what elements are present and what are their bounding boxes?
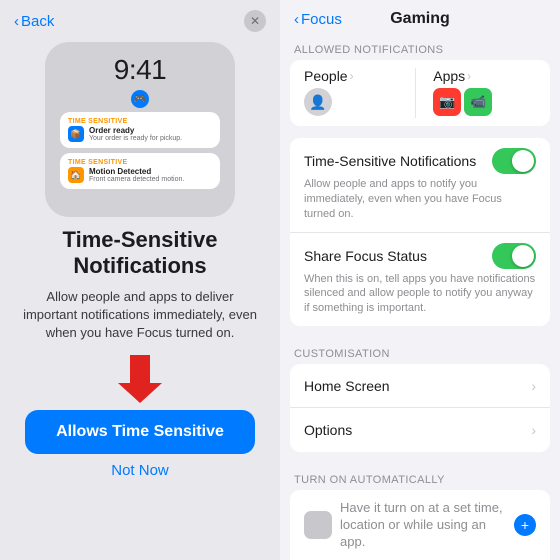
- time-sensitive-toggle[interactable]: [492, 148, 536, 174]
- share-focus-desc: When this is on, tell apps you have noti…: [304, 272, 536, 317]
- allow-time-sensitive-button[interactable]: Allows Time Sensitive: [25, 410, 255, 454]
- auto-desc: Have it turn on at a set time, location …: [340, 500, 506, 551]
- phone-time: 9:41: [114, 54, 167, 86]
- apps-label: Apps: [433, 68, 465, 84]
- notification-card-1: TIME SENSITIVE 📦 Order ready Your order …: [60, 112, 220, 148]
- left-heading: Time-Sensitive Notifications: [0, 227, 280, 280]
- customisation-group: Home Screen › Options ›: [290, 364, 550, 452]
- time-sensitive-desc: Allow people and apps to notify you imme…: [304, 177, 536, 222]
- apps-item[interactable]: Apps › 📷 📹: [423, 68, 536, 118]
- not-now-button[interactable]: Not Now: [111, 462, 169, 479]
- allowed-notifications-label: ALLOWED NOTIFICATIONS: [280, 34, 560, 60]
- vertical-divider: [415, 68, 416, 118]
- notif-label-1: TIME SENSITIVE: [68, 118, 212, 125]
- people-apps-group: People › 👤 Apps › 📷 📹: [290, 60, 550, 126]
- home-screen-chevron: ›: [531, 378, 536, 394]
- time-sensitive-row: Time-Sensitive Notifications Allow peopl…: [290, 138, 550, 233]
- app-icon-2: 📹: [464, 88, 492, 116]
- apps-chevron: ›: [467, 69, 471, 83]
- auto-row[interactable]: Have it turn on at a set time, location …: [290, 490, 550, 560]
- toggle-knob-2: [512, 245, 534, 267]
- notif-title-2: Motion Detected: [89, 167, 212, 176]
- left-panel: ‹ Back ✕ 9:41 🎮 TIME SENSITIVE 📦 Order r…: [0, 0, 280, 560]
- auto-add-button[interactable]: +: [514, 514, 536, 536]
- people-item[interactable]: People › 👤: [304, 68, 407, 118]
- left-top-bar: ‹ Back ✕: [0, 0, 280, 38]
- notif-sub-1: Your order is ready for pickup.: [89, 135, 212, 142]
- right-content: ALLOWED NOTIFICATIONS People › 👤 Apps: [280, 34, 560, 560]
- right-back-chevron: ‹: [294, 11, 299, 28]
- notif-app-icon-1: 📦: [68, 126, 84, 142]
- notif-app-icon-2: 🏠: [68, 167, 84, 183]
- right-back-label: Focus: [301, 11, 342, 28]
- options-label: Options: [304, 422, 531, 438]
- arrow-container: [0, 354, 280, 404]
- left-back-label: Back: [21, 13, 54, 30]
- options-chevron: ›: [531, 422, 536, 438]
- left-close-button[interactable]: ✕: [244, 10, 266, 32]
- notif-sub-2: Front camera detected motion.: [89, 176, 212, 183]
- customisation-label: CUSTOMISATION: [280, 338, 560, 364]
- share-focus-label: Share Focus Status: [304, 248, 492, 264]
- down-arrow-icon: [110, 355, 170, 403]
- right-panel: ‹ Focus Gaming ALLOWED NOTIFICATIONS Peo…: [280, 0, 560, 560]
- time-sensitive-label: Time-Sensitive Notifications: [304, 153, 492, 169]
- share-focus-toggle[interactable]: [492, 243, 536, 269]
- left-desc: Allow people and apps to deliver importa…: [0, 288, 280, 343]
- auto-icon: [304, 511, 332, 539]
- right-back-button[interactable]: ‹ Focus: [294, 11, 342, 28]
- close-icon: ✕: [250, 14, 260, 28]
- right-top-bar: ‹ Focus Gaming: [280, 0, 560, 34]
- left-back-chevron: ‹: [14, 13, 19, 30]
- toggle-knob: [512, 150, 534, 172]
- auto-group: Have it turn on at a set time, location …: [290, 490, 550, 560]
- home-screen-row[interactable]: Home Screen ›: [290, 364, 550, 408]
- app-icon-1: 📷: [433, 88, 461, 116]
- notif-label-2: TIME SENSITIVE: [68, 159, 212, 166]
- people-label: People: [304, 68, 348, 84]
- phone-mockup: 9:41 🎮 TIME SENSITIVE 📦 Order ready Your…: [45, 42, 235, 217]
- notification-card-2: TIME SENSITIVE 🏠 Motion Detected Front c…: [60, 153, 220, 189]
- person-avatar-icon: 👤: [304, 88, 332, 116]
- right-title: Gaming: [390, 10, 450, 28]
- notif-title-1: Order ready: [89, 126, 212, 135]
- turn-on-automatically-label: TURN ON AUTOMATICALLY: [280, 464, 560, 490]
- people-apps-row: People › 👤 Apps › 📷 📹: [290, 60, 550, 126]
- left-back-button[interactable]: ‹ Back: [14, 13, 54, 30]
- people-chevron: ›: [350, 69, 354, 83]
- options-row[interactable]: Options ›: [290, 408, 550, 452]
- notifications-settings-group: Time-Sensitive Notifications Allow peopl…: [290, 138, 550, 326]
- home-screen-label: Home Screen: [304, 378, 531, 394]
- share-focus-row: Share Focus Status When this is on, tell…: [290, 233, 550, 327]
- focus-icon: 🎮: [131, 90, 149, 108]
